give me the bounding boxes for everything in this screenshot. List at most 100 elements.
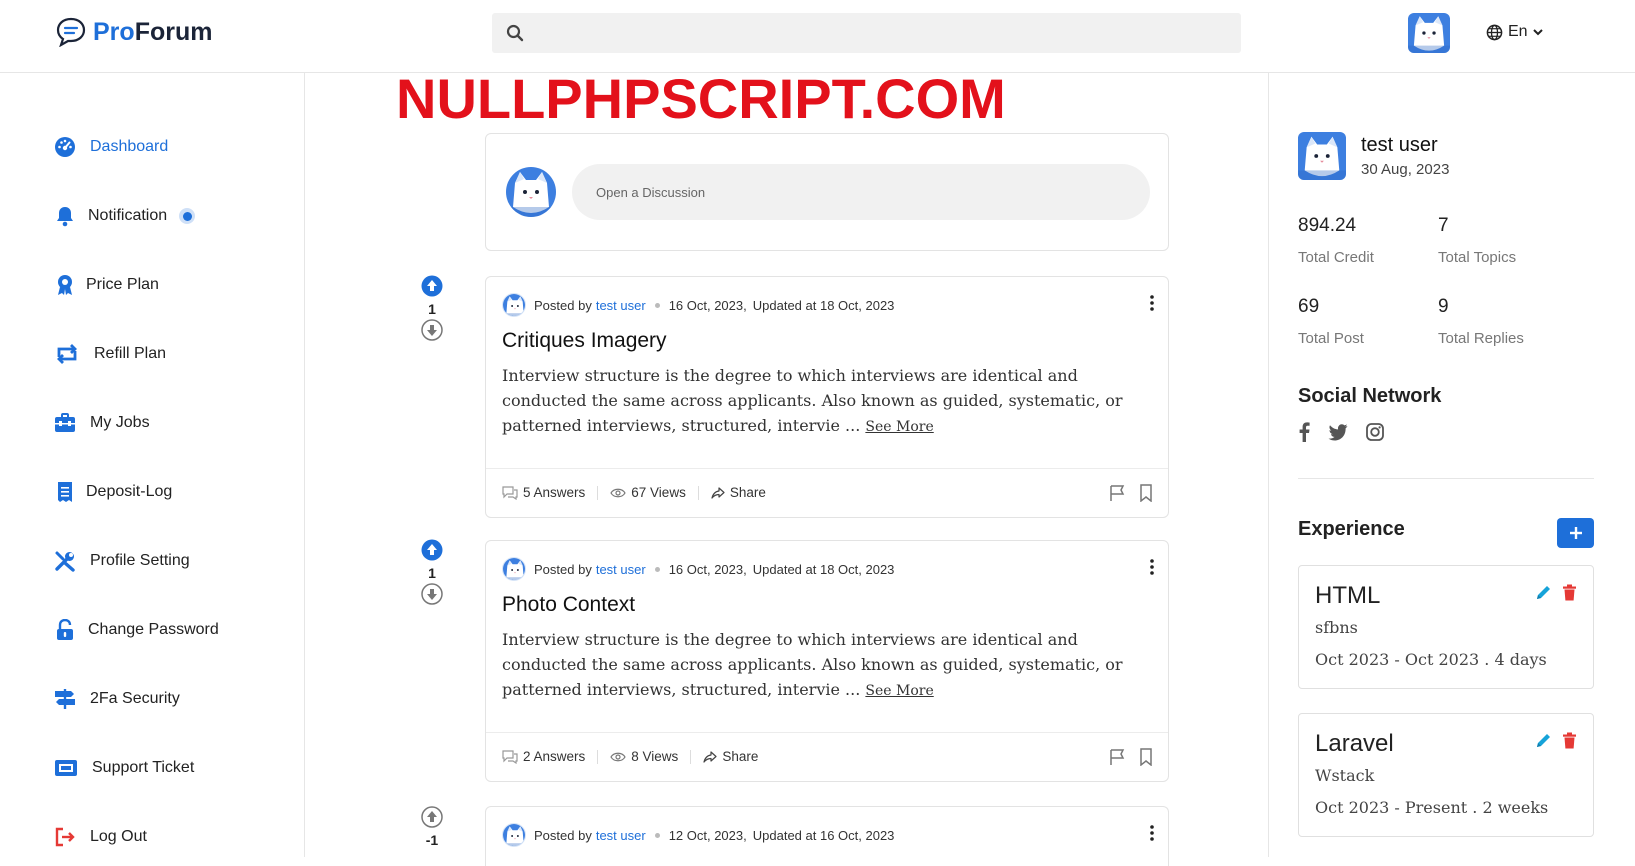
sidebar-item-support-ticket[interactable]: Support Ticket — [54, 757, 194, 779]
language-label: En — [1508, 23, 1528, 40]
comments-icon — [502, 485, 518, 500]
see-more-link[interactable]: See More — [865, 683, 933, 699]
avatar — [502, 557, 526, 581]
sidebar-item-refill-plan[interactable]: Refill Plan — [54, 343, 166, 365]
user-avatar[interactable] — [1408, 13, 1450, 53]
total-replies-value: 9 — [1438, 296, 1449, 317]
see-more-link[interactable]: See More — [865, 419, 933, 435]
more-options-icon[interactable] — [1150, 825, 1154, 846]
share-label: Share — [729, 485, 766, 500]
post-card: Posted by test user 16 Oct, 2023, Update… — [485, 540, 1169, 782]
share-button[interactable]: Share — [711, 485, 766, 500]
post-meta: Posted by test user 12 Oct, 2023, Update… — [502, 823, 894, 847]
sidebar-item-deposit-log[interactable]: Deposit-Log — [54, 481, 172, 503]
search-input[interactable] — [534, 18, 1214, 48]
open-discussion-input[interactable]: Open a Discussion — [572, 164, 1150, 220]
briefcase-icon — [54, 412, 76, 434]
flag-icon[interactable] — [1108, 484, 1126, 502]
edit-icon[interactable] — [1535, 584, 1552, 601]
views-stat: 8 Views — [610, 749, 678, 764]
profile-join-date: 30 Aug, 2023 — [1361, 161, 1450, 178]
experience-period: Oct 2023 - Present . 2 weeks — [1315, 798, 1549, 817]
post-date: 16 Oct, 2023, — [668, 561, 747, 577]
bell-icon — [54, 205, 76, 227]
experience-title-text: HTML — [1315, 582, 1381, 609]
edit-icon[interactable] — [1535, 732, 1552, 749]
upvote-icon[interactable] — [421, 539, 443, 561]
sidebar-item-label: Price Plan — [86, 276, 159, 293]
post-updated: Updated at 16 Oct, 2023 — [752, 827, 895, 843]
post-stats: 2 Answers 8 Views Share — [502, 749, 758, 764]
post-title[interactable]: Photo Context — [502, 593, 635, 617]
experience-actions — [1535, 732, 1577, 749]
trash-icon[interactable] — [1562, 584, 1577, 601]
sidebar-item-notification[interactable]: Notification — [54, 205, 196, 227]
total-replies-label: Total Replies — [1438, 330, 1524, 347]
receipt-icon — [54, 481, 76, 503]
social-links — [1298, 422, 1384, 442]
share-icon — [703, 750, 717, 763]
post-title[interactable]: Critiques Imagery — [502, 329, 667, 353]
upvote-icon[interactable] — [421, 275, 443, 297]
answers-stat[interactable]: 2 Answers — [502, 749, 585, 764]
bookmark-icon[interactable] — [1138, 484, 1154, 502]
total-credit-label: Total Credit — [1298, 249, 1374, 266]
vote-count: -1 — [425, 832, 439, 848]
tools-icon — [54, 550, 76, 572]
share-button[interactable]: Share — [703, 749, 758, 764]
vote-count: 1 — [428, 301, 436, 317]
facebook-icon[interactable] — [1298, 422, 1310, 442]
avatar — [1298, 132, 1346, 180]
globe-icon — [1486, 24, 1503, 40]
sidebar-item-my-jobs[interactable]: My Jobs — [54, 412, 150, 434]
sidebar-item-2fa-security[interactable]: 2Fa Security — [54, 688, 180, 710]
instagram-icon[interactable] — [1366, 423, 1384, 441]
sidebar-item-log-out[interactable]: Log Out — [54, 826, 147, 848]
vote-count: 1 — [428, 565, 436, 581]
sidebar-item-label: Change Password — [88, 621, 219, 638]
post-card: Posted by test user 12 Oct, 2023, Update… — [485, 806, 1169, 866]
divider — [1298, 478, 1594, 479]
post-updated: Updated at 18 Oct, 2023 — [752, 297, 895, 313]
comments-icon — [502, 749, 518, 764]
trash-icon[interactable] — [1562, 732, 1577, 749]
author-link[interactable]: test user — [596, 562, 646, 577]
language-selector[interactable]: En — [1486, 23, 1543, 41]
sidebar-item-change-password[interactable]: Change Password — [54, 619, 219, 641]
watermark-text: NULLPHPSCRIPT.COM — [396, 67, 1006, 130]
author-link[interactable]: test user — [596, 828, 646, 843]
sidebar-item-label: Profile Setting — [90, 552, 190, 569]
app-logo[interactable]: ProForum — [55, 17, 212, 47]
bookmark-icon[interactable] — [1138, 748, 1154, 766]
more-options-icon[interactable] — [1150, 295, 1154, 316]
upvote-icon[interactable] — [421, 806, 443, 828]
eye-icon — [610, 752, 626, 761]
separator-dot — [654, 566, 660, 572]
author-link[interactable]: test user — [596, 298, 646, 313]
sidebar-item-dashboard[interactable]: Dashboard — [54, 136, 168, 158]
twitter-icon[interactable] — [1328, 423, 1348, 441]
add-experience-button[interactable] — [1557, 518, 1594, 548]
answers-stat[interactable]: 5 Answers — [502, 485, 585, 500]
answers-count: 5 Answers — [523, 485, 586, 500]
sidebar-item-profile-setting[interactable]: Profile Setting — [54, 550, 190, 572]
sidebar-item-label: Notification — [88, 207, 168, 224]
sidebar-item-label: Refill Plan — [94, 345, 167, 362]
vote-control: 1 — [419, 539, 445, 605]
search-bar[interactable] — [492, 13, 1241, 53]
more-options-icon[interactable] — [1150, 559, 1154, 580]
social-network-title: Social Network — [1298, 385, 1442, 407]
posted-by-label: Posted by — [534, 297, 592, 313]
downvote-icon[interactable] — [421, 319, 443, 341]
search-icon — [506, 24, 524, 42]
app-name: ProForum — [93, 17, 213, 46]
views-stat: 67 Views — [610, 485, 686, 500]
sidebar-item-price-plan[interactable]: Price Plan — [54, 274, 159, 296]
avatar — [502, 823, 526, 847]
post-actions — [1108, 484, 1154, 502]
downvote-icon[interactable] — [421, 583, 443, 605]
divider — [486, 732, 1168, 733]
flag-icon[interactable] — [1108, 748, 1126, 766]
post-actions — [1108, 748, 1154, 766]
post-excerpt: Interview structure is the degree to whi… — [502, 627, 1142, 704]
